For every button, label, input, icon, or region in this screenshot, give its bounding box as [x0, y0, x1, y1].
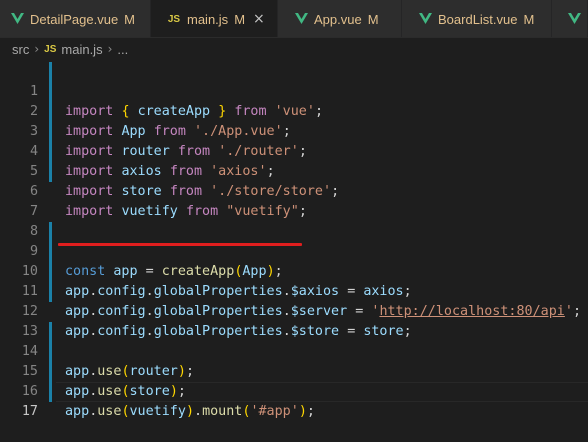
tab-bar: DetailPage.vue M JS main.js M × App.vue … — [0, 0, 588, 38]
vue-icon — [294, 12, 308, 26]
modified-indicator: M — [124, 11, 136, 27]
modified-indicator: M — [523, 11, 535, 27]
code-editor[interactable]: 1 import { createApp } from 'vue'; 2 imp… — [0, 60, 588, 419]
code-line: 16 app.use(vuetify).mount('#app'); — [0, 362, 588, 419]
code-line: 3 import router from './router'; — [0, 102, 588, 159]
code-line: 15 app.use(store); — [0, 342, 588, 399]
code-line: 7 — [0, 182, 588, 219]
code-line: 9 const app = createApp(App); — [0, 222, 588, 279]
tab-app-vue[interactable]: App.vue M — [278, 0, 402, 37]
tab-boardlist-vue[interactable]: BoardList.vue M — [402, 0, 552, 37]
tab-main-js[interactable]: JS main.js M × — [151, 0, 278, 37]
code-line: 2 import App from './App.vue'; — [0, 82, 588, 139]
code-line: 8 — [0, 202, 588, 239]
code-line: 1 import { createApp } from 'vue'; — [0, 62, 588, 119]
tab-label: DetailPage.vue — [30, 11, 119, 27]
modified-indicator: M — [234, 11, 246, 27]
code-line: 13 — [0, 302, 588, 339]
code-line: 17 — [0, 382, 588, 419]
breadcrumb-more[interactable]: ... — [117, 42, 128, 57]
tab-label: App.vue — [314, 11, 362, 27]
breadcrumb-folder[interactable]: src — [12, 42, 29, 57]
line-number: 17 — [21, 404, 38, 419]
tab-label: main.js — [187, 11, 229, 27]
modified-indicator: M — [367, 11, 379, 27]
code-line: 4 import axios from 'axios'; — [0, 122, 588, 179]
vue-icon — [418, 12, 432, 26]
code-line: 11 app.config.globalProperties.$server =… — [0, 262, 588, 319]
tab-detailpage[interactable]: DetailPage.vue M — [0, 0, 151, 37]
breadcrumb: src › JS main.js › ... — [0, 38, 588, 60]
code-text: app.use(vuetify).mount('#app'); — [65, 404, 315, 419]
annotation-underline — [58, 243, 302, 246]
tab-label: BoardList.vue — [438, 11, 518, 27]
code-line: 6 import vuetify from "vuetify"; — [0, 162, 588, 219]
code-line: 14 app.use(router); — [0, 322, 588, 379]
vue-icon — [568, 12, 581, 26]
js-icon: JS — [167, 13, 181, 25]
code-line: 5 import store from './store/store'; — [0, 142, 588, 199]
vue-icon — [10, 12, 24, 26]
tab-overflow[interactable] — [552, 0, 588, 37]
code-line: 12 app.config.globalProperties.$store = … — [0, 282, 588, 339]
chevron-right-icon: › — [107, 42, 113, 56]
close-icon[interactable]: × — [253, 12, 265, 26]
chevron-right-icon: › — [34, 42, 40, 56]
js-icon: JS — [44, 43, 57, 55]
breadcrumb-file[interactable]: main.js — [61, 42, 102, 57]
